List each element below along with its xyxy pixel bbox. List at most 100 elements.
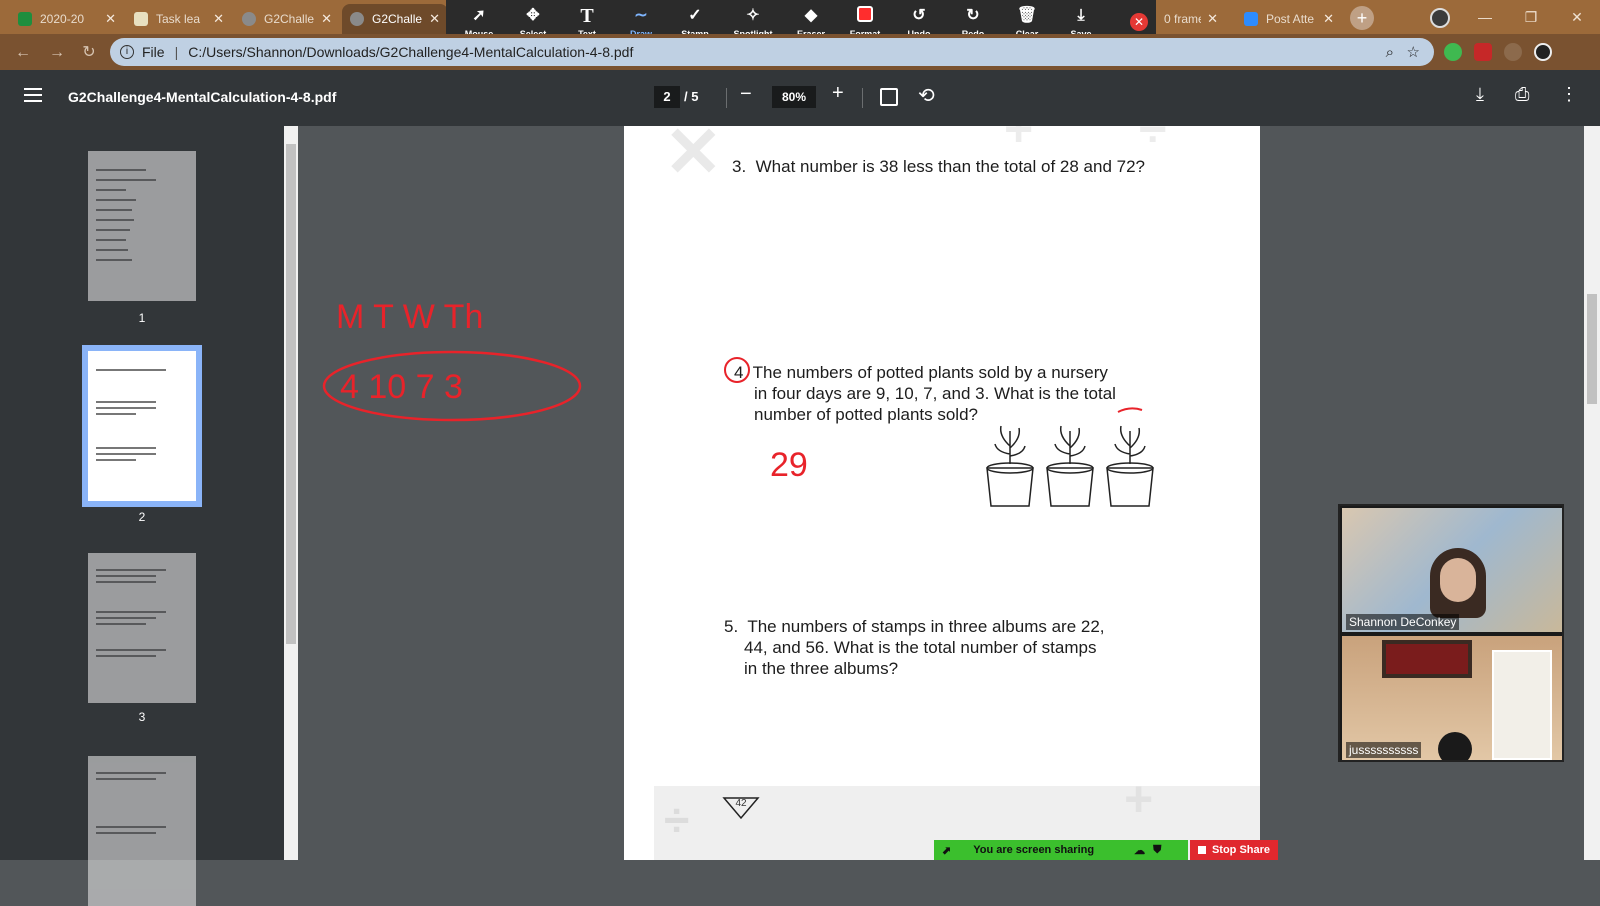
close-icon[interactable]: ✕ (1323, 11, 1334, 27)
zoom-lens-icon[interactable]: ⌕ (1386, 44, 1394, 61)
tab-label: G2Challe (264, 12, 315, 26)
ublock-icon[interactable] (1474, 43, 1492, 61)
back-icon[interactable]: ← (12, 42, 34, 64)
more-options-icon[interactable]: ⋮ (1560, 84, 1578, 105)
thumbnail-number: 2 (138, 510, 146, 524)
ink-day-labels: M T W Th (336, 298, 483, 336)
download-icon[interactable]: ⤓ (1476, 84, 1484, 105)
zoom-out-button[interactable]: − (740, 83, 752, 106)
question-text: in four days are 9, 10, 7, and 3. What i… (754, 384, 1116, 403)
page-number-input[interactable]: 2 (654, 86, 680, 108)
divider (726, 88, 727, 108)
address-row: ← → ↻ i File | C:/Users/Shannon/Download… (0, 34, 1600, 70)
restore-button[interactable]: ❐ (1508, 0, 1554, 34)
tab-post-attendance[interactable]: Post Atte ✕ (1236, 4, 1342, 34)
close-annotation-icon[interactable]: ✕ (1130, 13, 1148, 31)
question-4: 4 The numbers of potted plants sold by a… (734, 362, 1116, 425)
rotate-icon[interactable]: ⟲ (918, 83, 935, 108)
color-swatch-icon (857, 5, 873, 26)
reload-icon[interactable]: ↻ (78, 42, 100, 64)
tab-g2challenge-1[interactable]: G2Challe ✕ (234, 4, 340, 34)
svg-text:+: + (1124, 771, 1153, 827)
svg-text:÷: ÷ (1139, 126, 1166, 157)
minimize-button[interactable]: — (1462, 0, 1508, 34)
participant-face (1440, 558, 1476, 602)
close-window-button[interactable]: ✕ (1554, 0, 1600, 34)
thumbnail-number: 3 (138, 710, 146, 724)
globe-icon (350, 12, 364, 26)
tab-task[interactable]: Task lea ✕ (126, 4, 232, 34)
menu-icon[interactable] (24, 88, 42, 106)
stop-share-button[interactable]: Stop Share (1190, 840, 1278, 860)
close-icon[interactable]: ✕ (429, 11, 440, 27)
close-icon[interactable]: ✕ (321, 11, 332, 27)
thumbnail-page-2[interactable] (82, 345, 202, 507)
page-decorations: ✕ + ÷ ÷ + (654, 126, 1260, 860)
question-text: number of potted plants sold? (754, 405, 978, 424)
question-text: 44, and 56. What is the total number of … (744, 638, 1097, 657)
move-icon: ✥ (526, 6, 540, 24)
tab-label: Post Atte (1266, 12, 1315, 26)
ink-circle (322, 350, 582, 422)
shield-icon[interactable]: ⛊ (1153, 844, 1161, 857)
save-icon: ⤓ (1077, 6, 1085, 24)
redo-icon: ↻ (966, 6, 980, 24)
thumbnail-page-4[interactable] (88, 756, 196, 906)
participant-head (1438, 732, 1472, 760)
scroll-thumb[interactable] (286, 144, 296, 644)
potted-plants-illustration (986, 425, 1154, 507)
tab-label: Task lea (156, 12, 201, 26)
undo-icon: ↺ (912, 6, 926, 24)
question-text: What number is 38 less than the total of… (755, 157, 1145, 176)
document-scrollbar[interactable] (1584, 126, 1600, 860)
video-tile-jus[interactable]: jussssssssss (1342, 636, 1562, 760)
question-number: 4 (734, 363, 744, 382)
extension-green-icon[interactable] (1444, 43, 1462, 61)
close-icon[interactable]: ✕ (1207, 11, 1218, 27)
close-icon[interactable]: ✕ (213, 11, 224, 27)
zoom-in-button[interactable]: + (832, 82, 844, 105)
tab-2020[interactable]: 2020-20 ✕ (10, 4, 124, 34)
trash-icon: 🗑 (1016, 6, 1038, 24)
wall-picture (1382, 640, 1472, 678)
thumbnail-page-1[interactable] (88, 151, 196, 301)
eraser-icon: ◆ (804, 6, 818, 24)
cursor-icon: ➚ (472, 6, 486, 24)
extensions-puzzle-icon[interactable] (1504, 43, 1522, 61)
text-icon: T (580, 4, 594, 27)
checkmark-icon: ✓ (688, 6, 702, 24)
avatar[interactable] (1534, 43, 1552, 61)
close-icon[interactable]: ✕ (105, 11, 116, 27)
document-title: G2Challenge4-MentalCalculation-4-8.pdf (68, 89, 337, 105)
question-text: The numbers of potted plants sold by a n… (752, 363, 1108, 382)
question-text: in the three albums? (744, 659, 899, 678)
pdf-page: ✕ + ÷ ÷ + 3. What number is 38 less than… (624, 126, 1260, 860)
question-3: 3. What number is 38 less than the total… (732, 156, 1145, 177)
scroll-thumb[interactable] (1587, 294, 1597, 404)
tab-g2challenge-active[interactable]: G2Challe ✕ (342, 4, 448, 34)
tab-search-icon[interactable] (1430, 8, 1450, 28)
pdf-toolbar: G2Challenge4-MentalCalculation-4-8.pdf 2… (0, 70, 1600, 126)
svg-text:+: + (1004, 126, 1033, 157)
question-number: 5. (724, 617, 739, 636)
print-icon[interactable]: ⎙ (1515, 84, 1529, 105)
sidebar-scrollbar[interactable] (284, 126, 298, 860)
cloud-icon[interactable]: ☁ (1134, 844, 1145, 857)
svg-text:✕: ✕ (664, 126, 723, 191)
bookmark-star-icon[interactable]: ☆ (1407, 43, 1420, 61)
sheets-icon (18, 12, 32, 26)
zoom-level-input[interactable]: 80% (772, 86, 816, 108)
fit-page-icon[interactable] (880, 88, 898, 106)
participant-name: jussssssssss (1346, 742, 1422, 758)
thumbnail-sidebar: 1 2 3 (0, 126, 284, 906)
svg-text:÷: ÷ (664, 794, 689, 846)
new-tab-button[interactable]: + (1350, 6, 1374, 30)
video-tile-shannon[interactable]: Shannon DeConkey (1342, 508, 1562, 632)
question-5: 5. The numbers of stamps in three albums… (724, 616, 1105, 679)
forward-icon[interactable]: → (46, 42, 68, 64)
thumbnail-page-3[interactable] (88, 553, 196, 703)
tab-label: 0 frame (1164, 12, 1202, 26)
address-bar[interactable]: i File | C:/Users/Shannon/Downloads/G2Ch… (110, 38, 1434, 66)
share-arrow-icon: ⬈ (942, 844, 952, 857)
stop-share-label: Stop Share (1211, 844, 1271, 856)
